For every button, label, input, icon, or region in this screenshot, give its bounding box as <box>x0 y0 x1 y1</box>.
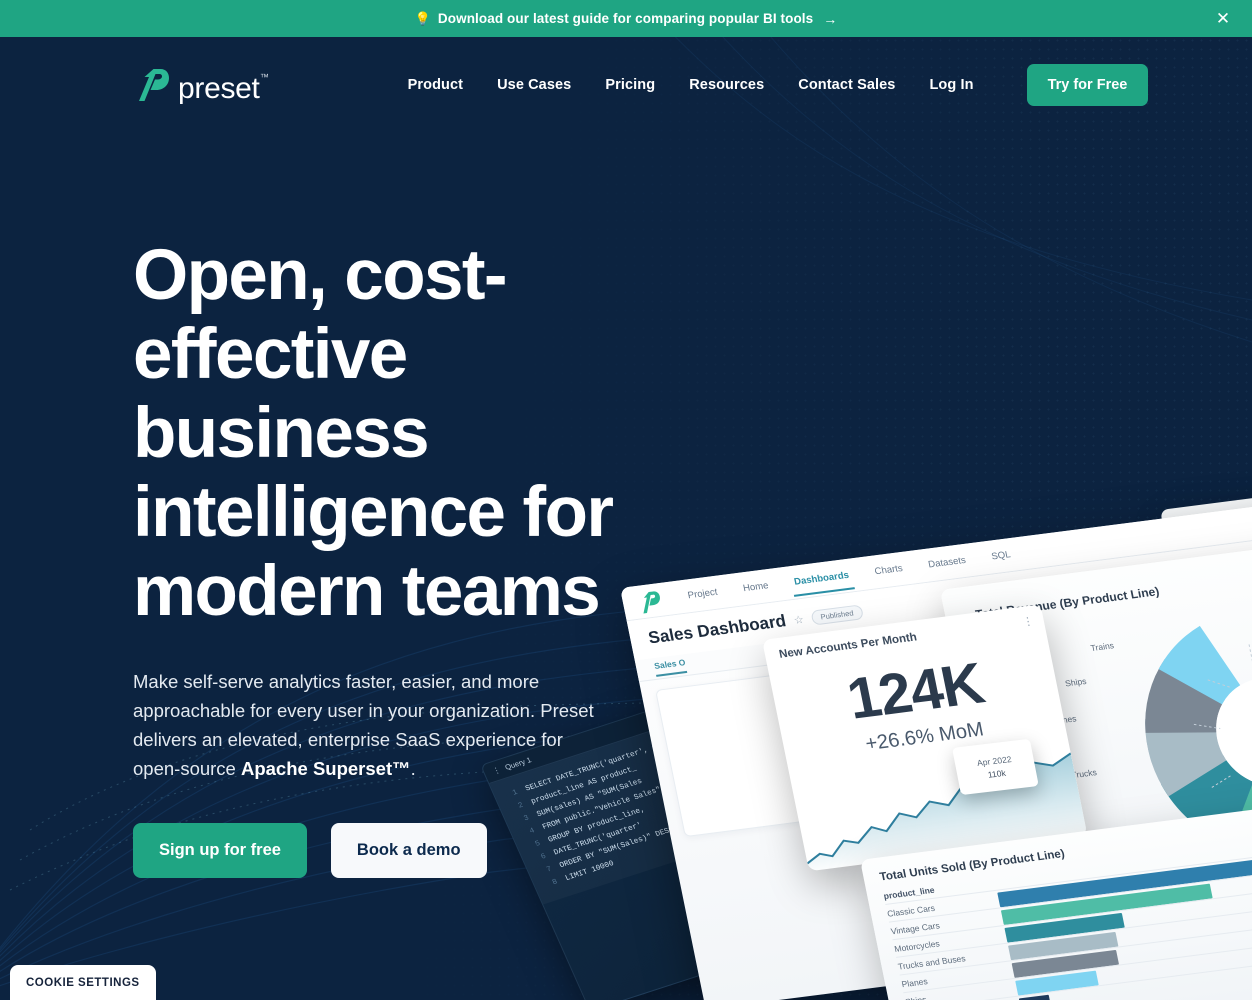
hero-cta-group: Sign up for free Book a demo <box>133 823 653 878</box>
preset-wordmark: preset ™ <box>178 72 269 105</box>
nav-item-use-cases[interactable]: Use Cases <box>480 77 588 93</box>
preset-logo[interactable]: preset ™ <box>133 68 269 105</box>
book-a-demo-button[interactable]: Book a demo <box>330 823 487 878</box>
promo-banner-text: Download our latest guide for comparing … <box>437 11 814 26</box>
page-title: Open, cost-effective business intelligen… <box>133 236 614 631</box>
promo-banner-link[interactable]: 💡 Download our latest guide for comparin… <box>415 11 838 27</box>
try-for-free-button[interactable]: Try for Free <box>1026 64 1149 106</box>
hero-subtitle-period: . <box>410 758 416 779</box>
nav-item-contact-sales[interactable]: Contact Sales <box>781 77 912 93</box>
trademark-symbol: ™ <box>259 72 269 82</box>
arrow-right-icon: → <box>823 10 838 27</box>
main-navigation: preset ™ Product Use Cases Pricing Resou… <box>0 37 1252 133</box>
close-icon[interactable]: ✕ <box>1210 6 1236 32</box>
lightbulb-icon: 💡 <box>414 11 431 26</box>
nav-item-resources[interactable]: Resources <box>672 77 781 93</box>
nav-item-product[interactable]: Product <box>391 77 480 93</box>
preset-logo-icon <box>139 69 169 101</box>
nav-item-log-in[interactable]: Log In <box>912 77 990 93</box>
cookie-settings-button[interactable]: COOKIE SETTINGS <box>10 965 156 1000</box>
nav-links: Product Use Cases Pricing Resources Cont… <box>391 64 1149 106</box>
hero-subtitle-emphasis: Apache Superset™ <box>240 758 411 779</box>
hero-section: Open, cost-effective business intelligen… <box>133 236 653 878</box>
sign-up-for-free-button[interactable]: Sign up for free <box>133 823 307 878</box>
promo-banner: 💡 Download our latest guide for comparin… <box>0 0 1252 37</box>
nav-item-pricing[interactable]: Pricing <box>588 77 672 93</box>
hero-subtitle: Make self-serve analytics faster, easier… <box>133 667 603 783</box>
preset-wordmark-text: preset <box>178 72 260 105</box>
